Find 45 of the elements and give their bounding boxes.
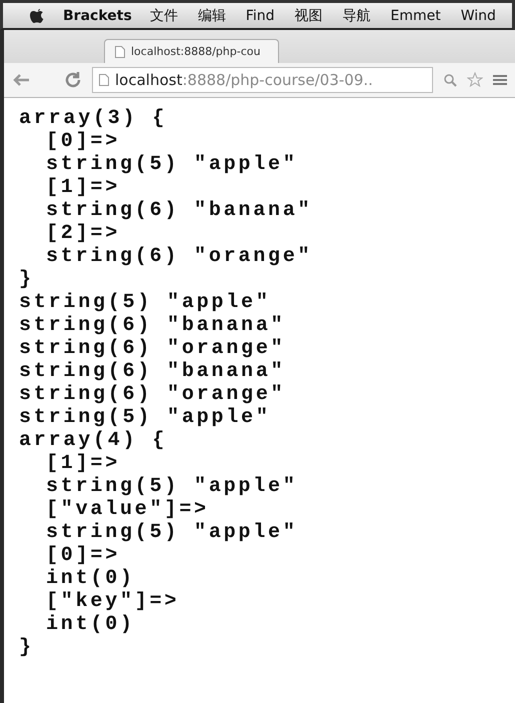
menu-item[interactable]: Emmet — [390, 8, 441, 24]
page-icon — [99, 74, 109, 86]
address-bar[interactable]: localhost:8888/php-course/03-09.. — [92, 67, 433, 93]
menu-item[interactable]: 编辑 — [198, 6, 226, 24]
url-path: :8888/php-course/03-09.. — [182, 71, 373, 89]
output-line: string(6) "banana" — [45, 199, 314, 222]
apple-icon[interactable] — [29, 7, 45, 24]
zoom-icon[interactable] — [443, 73, 457, 87]
output-line: int(0) — [45, 613, 136, 636]
page-icon — [115, 46, 125, 58]
output-line: ["key"]=> — [45, 590, 180, 613]
reload-icon[interactable] — [64, 71, 82, 89]
menu-item[interactable]: Wind — [460, 8, 496, 24]
output-line: string(6) "orange" — [45, 245, 314, 268]
output-line: string(5) "apple" — [45, 153, 299, 176]
output-line: [1]=> — [45, 176, 122, 199]
output-line: [2]=> — [45, 222, 122, 245]
star-icon[interactable] — [467, 72, 483, 88]
output-line: string(6) "banana" — [19, 314, 286, 337]
output-line: } — [19, 636, 35, 659]
output-line: string(6) "orange" — [19, 383, 286, 406]
output-line: array(3) { — [19, 107, 168, 130]
output-line: string(5) "apple" — [45, 521, 299, 544]
output-line: string(5) "apple" — [45, 475, 299, 498]
output-line: string(5) "apple" — [19, 291, 272, 314]
output-line: [1]=> — [45, 452, 122, 475]
menu-item[interactable]: 视图 — [294, 6, 322, 24]
browser-tab[interactable]: localhost:8888/php-cou — [104, 39, 279, 63]
back-arrow-icon[interactable] — [12, 73, 30, 87]
menu-item[interactable]: Find — [246, 8, 274, 24]
output-line: ["value"]=> — [45, 498, 210, 521]
output-line: } — [19, 268, 35, 291]
output-line: [0]=> — [45, 544, 122, 567]
output-line: string(6) "banana" — [19, 360, 286, 383]
output-line: string(6) "orange" — [19, 337, 286, 360]
output-line: string(5) "apple" — [19, 406, 272, 429]
tab-title: localhost:8888/php-cou — [131, 45, 260, 58]
menu-item[interactable]: 导航 — [342, 6, 370, 24]
output-line: array(4) { — [19, 429, 168, 452]
output-line: [0]=> — [45, 130, 122, 153]
url-host: localhost — [115, 71, 182, 89]
output-line: int(0) — [45, 567, 136, 590]
menu-item[interactable]: 文件 — [150, 6, 178, 24]
menu-item[interactable]: Brackets — [63, 8, 132, 24]
menu-icon[interactable] — [493, 74, 507, 86]
